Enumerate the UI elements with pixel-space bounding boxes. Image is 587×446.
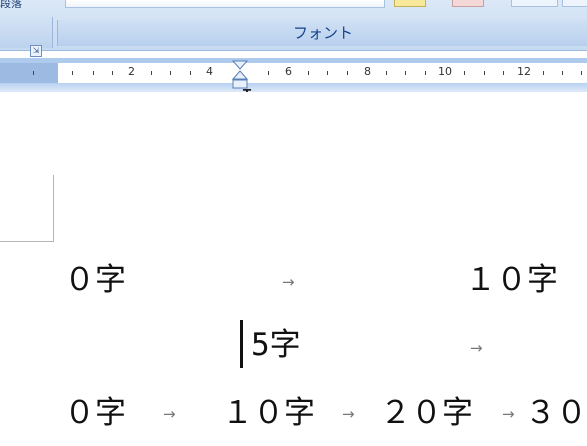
text-10-chars: １０字 (465, 262, 558, 298)
ruler-number: 4 (206, 65, 213, 78)
font-color-button[interactable] (452, 0, 484, 7)
tab-arrow-icon: → (282, 273, 295, 291)
paragraph-group-label: 段落 (0, 0, 22, 8)
dialog-launcher-icon[interactable]: ⇲ (30, 45, 42, 57)
ruler-tick (327, 71, 328, 75)
ruler-margin (0, 63, 58, 83)
ruler-tick (93, 71, 94, 75)
ruler-tick (72, 71, 73, 75)
tab-arrow-icon: → (163, 405, 176, 423)
text-30-chars: ３０ (525, 395, 587, 431)
font-group-label: フォント (57, 20, 587, 46)
ribbon: 段落 ⇲ フォント (0, 0, 587, 57)
ruler-tick (562, 71, 563, 75)
ruler-tick (503, 71, 504, 75)
ruler-number: 6 (285, 65, 292, 78)
ruler-tick (268, 71, 269, 75)
text-10-chars: １０字 (222, 395, 315, 431)
ruler-tick (347, 71, 348, 75)
ruler-number: 10 (438, 65, 452, 78)
font-name-dropdown[interactable] (65, 0, 385, 8)
ruler-tick (190, 71, 191, 75)
text-0-chars: ０字 (64, 395, 126, 431)
tab-arrow-icon: → (470, 339, 483, 357)
ruler-text-area[interactable] (58, 63, 587, 83)
tab-arrow-icon: → (502, 405, 515, 423)
ruler-shadow (0, 83, 587, 92)
ruler-tick (112, 71, 113, 75)
text-0-chars: ０字 (64, 262, 126, 298)
ruler-tick (170, 71, 171, 75)
ruler-number: 12 (517, 65, 531, 78)
tab-arrow-icon: → (342, 405, 355, 423)
margin-corner-mark (0, 175, 54, 242)
ribbon-button[interactable] (562, 0, 587, 7)
ruler-tick (484, 71, 485, 75)
ruler-tick (464, 71, 465, 75)
text-cursor (240, 320, 243, 368)
ruler-tick (33, 71, 34, 75)
ruler-number: 2 (128, 65, 135, 78)
ruler-tick (425, 71, 426, 75)
text-5-chars: 5字 (251, 327, 301, 363)
ruler-tick (543, 71, 544, 75)
ruler-number: 8 (364, 65, 371, 78)
ruler-tick (308, 71, 309, 75)
ribbon-button[interactable] (511, 0, 558, 7)
paragraph-group: ⇲ (0, 17, 53, 57)
ruler-tick (151, 71, 152, 75)
ruler-tick (386, 71, 387, 75)
ruler-tick (581, 71, 582, 75)
ruler-tick (405, 71, 406, 75)
text-20-chars: ２０字 (380, 395, 473, 431)
word-window: 段落 ⇲ フォント 2 4 6 8 10 12 I (0, 0, 587, 446)
highlight-color-button[interactable] (394, 0, 426, 7)
